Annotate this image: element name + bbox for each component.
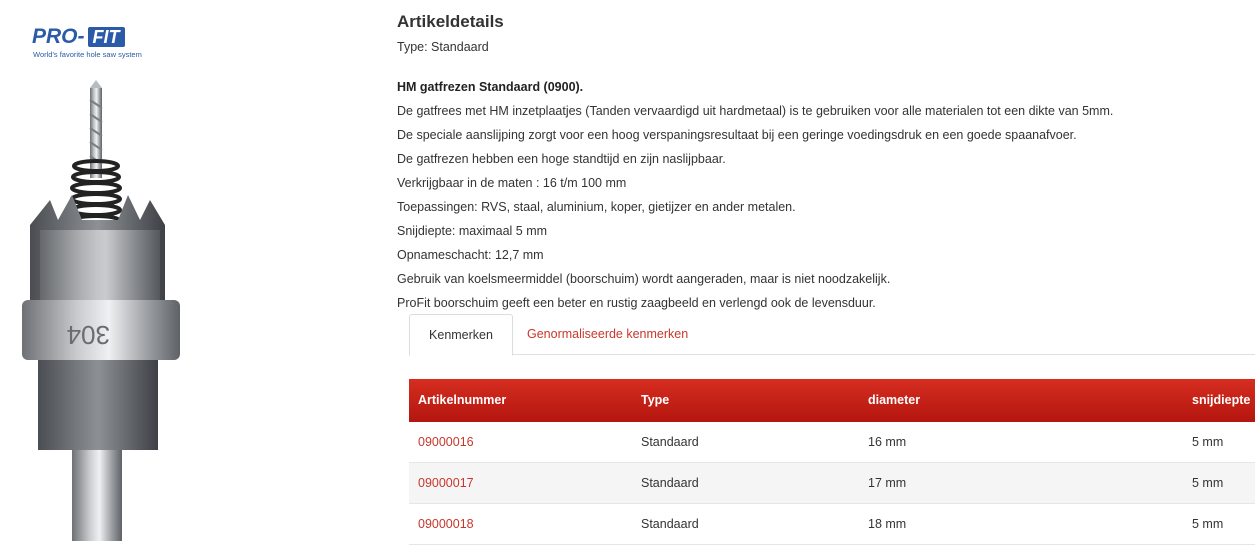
- logo-wordmark: PRO- FIT: [32, 26, 125, 48]
- table-header: Artikelnummer Type diameter snijdiepte: [409, 379, 1255, 422]
- description: De gatfrees met HM inzetplaatjes (Tanden…: [397, 99, 1113, 315]
- description-line: Opnameschacht: 12,7 mm: [397, 248, 544, 262]
- description-line: De gatfrezen hebben een hoge standtijd e…: [397, 152, 726, 166]
- article-number-link[interactable]: 09000016: [418, 422, 474, 462]
- table-row: 09000016 Standaard 16 mm 5 mm: [409, 422, 1255, 463]
- cell-snijdiepte: 5 mm: [1192, 435, 1224, 449]
- description-line: De gatfrees met HM inzetplaatjes (Tanden…: [397, 104, 1114, 118]
- cell-diameter: 17 mm: [868, 476, 907, 490]
- article-table: Artikelnummer Type diameter snijdiepte 0…: [409, 379, 1255, 545]
- page-title: Artikeldetails: [397, 12, 504, 31]
- column-header-type[interactable]: Type: [641, 379, 669, 422]
- description-line: De speciale aanslijping zorgt voor een h…: [397, 128, 1077, 142]
- description-line: Gebruik van koelsmeermiddel (boorschuim)…: [397, 272, 891, 286]
- profit-logo[interactable]: PRO- FIT World's favorite hole saw syste…: [32, 26, 177, 62]
- tab-bar: Kenmerken Genormaliseerde kenmerken: [409, 314, 1255, 356]
- article-type: Type: Standaard: [397, 40, 489, 54]
- column-header-snijdiepte[interactable]: snijdiepte: [1192, 379, 1250, 422]
- description-line: Toepassingen: RVS, staal, aluminium, kop…: [397, 200, 796, 214]
- logo-pro-text: PRO-: [32, 25, 85, 48]
- table-row: 09000018 Standaard 18 mm 5 mm: [409, 504, 1255, 545]
- tab-genormaliseerde-kenmerken[interactable]: Genormaliseerde kenmerken: [527, 314, 688, 354]
- cell-snijdiepte: 5 mm: [1192, 476, 1224, 490]
- cell-type: Standaard: [641, 476, 699, 490]
- logo-fit-text: FIT: [87, 27, 125, 47]
- description-line: Verkrijgbaar in de maten : 16 t/m 100 mm: [397, 176, 627, 190]
- description-line: ProFit boorschuim geeft een beter en rus…: [397, 296, 876, 310]
- cell-diameter: 16 mm: [868, 435, 907, 449]
- hole-saw-product-image: 304: [22, 80, 180, 541]
- cell-type: Standaard: [641, 435, 699, 449]
- table-row: 09000017 Standaard 17 mm 5 mm: [409, 463, 1255, 504]
- description-line: Snijdiepte: maximaal 5 mm: [397, 224, 548, 238]
- article-number-link[interactable]: 09000017: [418, 463, 474, 503]
- logo-tagline: World's favorite hole saw system: [33, 50, 142, 59]
- tab-kenmerken[interactable]: Kenmerken: [409, 314, 513, 356]
- cell-diameter: 18 mm: [868, 517, 907, 531]
- column-header-artikelnummer[interactable]: Artikelnummer: [418, 379, 506, 422]
- article-number-link[interactable]: 09000018: [418, 504, 474, 544]
- cell-type: Standaard: [641, 517, 699, 531]
- cell-snijdiepte: 5 mm: [1192, 517, 1224, 531]
- description-heading: HM gatfrezen Standaard (0900).: [397, 80, 584, 94]
- column-header-diameter[interactable]: diameter: [868, 379, 920, 422]
- svg-text:304: 304: [67, 320, 110, 350]
